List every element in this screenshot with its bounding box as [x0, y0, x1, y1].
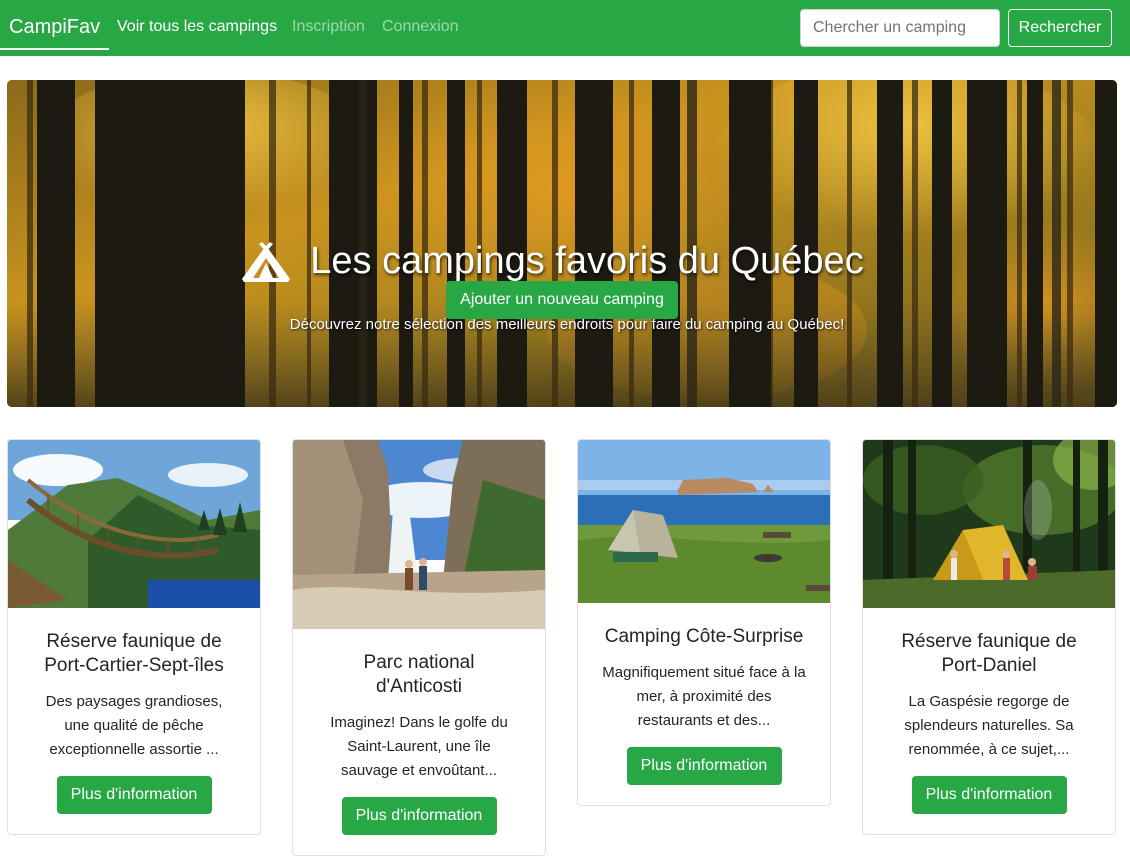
card-description: Des paysages grandioses, une qualité de … — [45, 693, 223, 758]
card-title: Parc national d'Anticosti — [363, 652, 475, 697]
navbar: CampiFav Voir tous les campings Inscript… — [0, 0, 1130, 56]
nav-link-register[interactable]: Inscription — [292, 0, 365, 54]
card-title: Camping Côte-Surprise — [604, 626, 804, 647]
card-image-seaside-tent — [578, 440, 830, 603]
campground-card: Parc national d'Anticosti Imaginez! Dans… — [292, 439, 546, 856]
more-info-button[interactable]: Plus d'information — [341, 797, 497, 835]
search-button[interactable]: Rechercher — [1008, 9, 1112, 47]
nav-link-all-campgrounds[interactable]: Voir tous les campings — [117, 0, 277, 54]
hero-banner: Les campings favoris du Québec Découvrez… — [7, 80, 1117, 407]
more-info-button[interactable]: Plus d'information — [911, 776, 1067, 814]
search-input[interactable] — [800, 9, 1000, 47]
card-description: La Gaspésie regorge de splendeurs nature… — [904, 693, 1074, 758]
campground-card: Réserve faunique de Port-Cartier-Sept-îl… — [7, 439, 261, 835]
card-title: Réserve faunique de Port-Daniel — [901, 631, 1077, 676]
more-info-button[interactable]: Plus d'information — [626, 747, 782, 785]
campground-card: Réserve faunique de Port-Daniel La Gaspé… — [862, 439, 1116, 835]
campground-icon — [242, 241, 291, 282]
brand-logo[interactable]: CampiFav — [0, 0, 110, 50]
card-image-forest-tent — [863, 440, 1115, 608]
add-campground-button[interactable]: Ajouter un nouveau camping — [446, 281, 678, 319]
hero-title-text: Les campings favoris du Québec — [310, 240, 864, 282]
campground-card: Camping Côte-Surprise Magnifiquement sit… — [577, 439, 831, 806]
card-image-waterfall-canyon — [293, 440, 545, 629]
nav-link-login[interactable]: Connexion — [382, 0, 459, 54]
card-description: Magnifiquement situé face à la mer, à pr… — [602, 664, 806, 729]
card-image-suspension-bridge — [8, 440, 260, 608]
more-info-button[interactable]: Plus d'information — [56, 776, 212, 814]
card-title: Réserve faunique de Port-Cartier-Sept-îl… — [44, 631, 224, 676]
card-description: Imaginez! Dans le golfe du Saint-Laurent… — [330, 714, 508, 779]
